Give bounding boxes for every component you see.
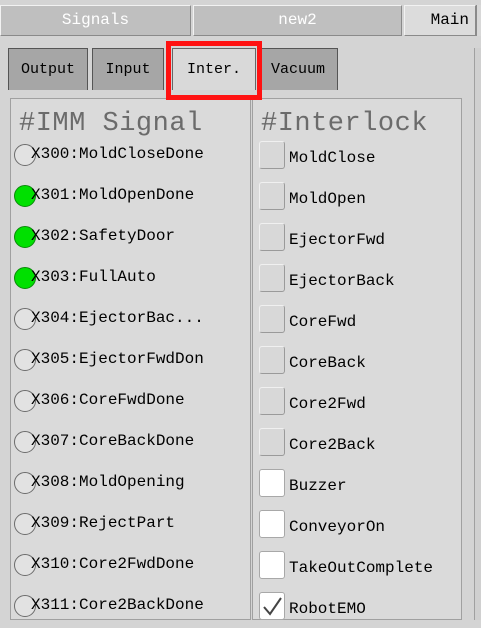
tab-main[interactable]: Main xyxy=(404,5,476,36)
interlock-row[interactable]: MoldOpen xyxy=(259,182,479,218)
signal-row: X302:SafetyDoor xyxy=(11,223,251,257)
imm-signal-title: #IMM Signal xyxy=(19,109,203,139)
signal-label: X308:MoldOpening xyxy=(31,473,185,491)
interlock-label: CoreFwd xyxy=(289,313,357,331)
signal-label: X304:EjectorBac... xyxy=(31,309,204,327)
interlock-title: #Interlock xyxy=(261,109,429,139)
imm-signal-panel: #IMM Signal X300:MoldCloseDone X301:MoldO… xyxy=(10,98,251,620)
tab-output[interactable]: Output xyxy=(8,48,88,90)
signal-row: X308:MoldOpening xyxy=(11,469,251,503)
checkbox[interactable] xyxy=(259,346,285,374)
interlock-label: Buzzer xyxy=(289,477,347,495)
interlock-label: EjectorFwd xyxy=(289,231,386,249)
checkbox[interactable] xyxy=(259,428,285,456)
signal-row: X310:Core2FwdDone xyxy=(11,551,251,585)
signal-row: X306:CoreFwdDone xyxy=(11,387,251,421)
checkbox[interactable] xyxy=(259,305,285,333)
checkbox-checked[interactable] xyxy=(259,592,285,620)
tab-input[interactable]: Input xyxy=(92,48,164,90)
interlock-label: MoldClose xyxy=(289,149,376,167)
interlock-row[interactable]: TakeOutComplete xyxy=(259,551,479,587)
interlock-row[interactable]: RobotEMO xyxy=(259,592,479,628)
signal-row: X303:FullAuto xyxy=(11,264,251,298)
signal-label: X309:RejectPart xyxy=(31,514,176,532)
interlock-label: TakeOutComplete xyxy=(289,559,434,577)
interlock-label: EjectorBack xyxy=(289,272,395,290)
signal-label: X306:CoreFwdDone xyxy=(31,391,185,409)
interlock-row[interactable]: CoreFwd xyxy=(259,305,479,341)
signal-label: X305:EjectorFwdDon xyxy=(31,350,204,368)
signal-row: X305:EjectorFwdDon xyxy=(11,346,251,380)
signal-row: X304:EjectorBac... xyxy=(11,305,251,339)
signal-label: X310:Core2FwdDone xyxy=(31,555,195,573)
signal-label: X303:FullAuto xyxy=(31,268,156,286)
interlock-label: MoldOpen xyxy=(289,190,366,208)
interlock-label: Core2Back xyxy=(289,436,376,454)
interlock-label: ConveyorOn xyxy=(289,518,386,536)
interlock-row[interactable]: CoreBack xyxy=(259,346,479,382)
signal-row: X307:CoreBackDone xyxy=(11,428,251,462)
signal-label: X302:SafetyDoor xyxy=(31,227,176,245)
tab-new2[interactable]: new2 xyxy=(193,5,402,36)
checkbox[interactable] xyxy=(259,223,285,251)
tab-inter[interactable]: Inter. xyxy=(172,48,256,90)
checkbox[interactable] xyxy=(259,551,285,579)
checkbox[interactable] xyxy=(259,141,285,169)
checkbox[interactable] xyxy=(259,387,285,415)
interlock-row[interactable]: Core2Fwd xyxy=(259,387,479,423)
signal-row: X311:Core2BackDone xyxy=(11,592,251,626)
interlock-panel: #Interlock MoldClose MoldOpen EjectorFwd Ej… xyxy=(252,98,462,620)
interlock-label: CoreBack xyxy=(289,354,366,372)
checkmark-icon xyxy=(263,597,282,616)
signal-row: X300:MoldCloseDone xyxy=(11,141,251,175)
interlock-row[interactable]: MoldClose xyxy=(259,141,479,177)
signal-label: X301:MoldOpenDone xyxy=(31,186,195,204)
signal-row: X309:RejectPart xyxy=(11,510,251,544)
checkbox[interactable] xyxy=(259,469,285,497)
interlock-label: RobotEMO xyxy=(289,600,366,618)
checkbox[interactable] xyxy=(259,182,285,210)
interlock-row[interactable]: EjectorBack xyxy=(259,264,479,300)
interlock-label: Core2Fwd xyxy=(289,395,366,413)
interlock-row[interactable]: EjectorFwd xyxy=(259,223,479,259)
interlock-row[interactable]: Buzzer xyxy=(259,469,479,505)
signal-label: X300:MoldCloseDone xyxy=(31,145,204,163)
checkbox[interactable] xyxy=(259,510,285,538)
signal-label: X311:Core2BackDone xyxy=(31,596,204,614)
checkbox[interactable] xyxy=(259,264,285,292)
tab-signals[interactable]: Signals xyxy=(0,5,191,36)
interlock-row[interactable]: Core2Back xyxy=(259,428,479,464)
signal-label: X307:CoreBackDone xyxy=(31,432,195,450)
interlock-row[interactable]: ConveyorOn xyxy=(259,510,479,546)
tab-vacuum[interactable]: Vacuum xyxy=(258,48,338,90)
signal-row: X301:MoldOpenDone xyxy=(11,182,251,216)
tab-overflow-edge xyxy=(476,5,481,36)
